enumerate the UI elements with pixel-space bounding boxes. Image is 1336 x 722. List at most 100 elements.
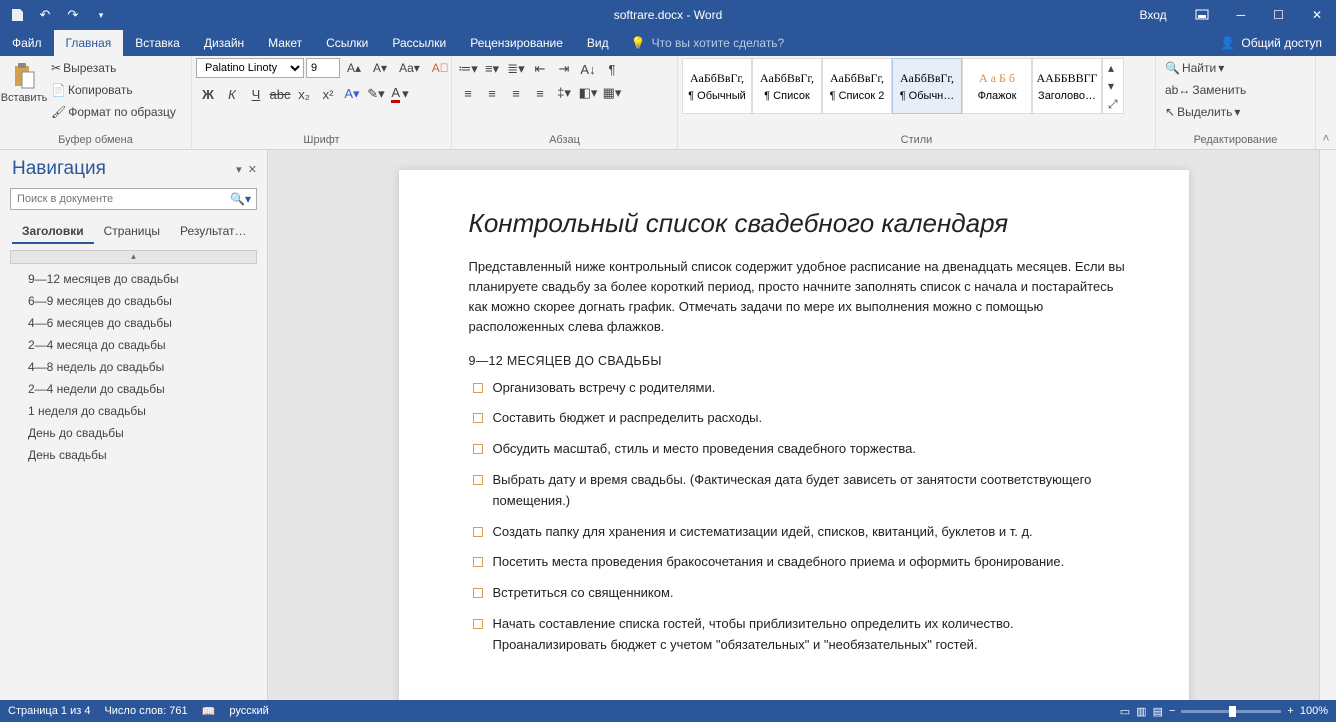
share-button[interactable]: 👤 Общий доступ (1206, 30, 1336, 56)
proofing-icon[interactable]: 📖 (202, 705, 216, 718)
superscript-icon[interactable]: x² (316, 83, 340, 105)
tab-file[interactable]: Файл (0, 30, 54, 56)
align-right-icon[interactable]: ≡ (504, 82, 528, 104)
text-effects-icon[interactable]: A▾ (340, 83, 364, 105)
word-count[interactable]: Число слов: 761 (104, 705, 187, 717)
minimize-icon[interactable]: ─ (1223, 0, 1260, 30)
zoom-out-icon[interactable]: − (1169, 705, 1175, 717)
tab-design[interactable]: Дизайн (192, 30, 256, 56)
tab-insert[interactable]: Вставка (123, 30, 192, 56)
ribbon-display-icon[interactable] (1181, 0, 1223, 30)
vertical-scrollbar[interactable] (1319, 150, 1336, 700)
qat-dropdown-icon[interactable]: ▾ (88, 2, 114, 28)
clear-format-icon[interactable]: A⃠ (427, 58, 454, 78)
zoom-slider[interactable] (1181, 710, 1281, 713)
nav-item[interactable]: 4—8 недель до свадьбы (10, 356, 257, 378)
shrink-font-icon[interactable]: A▾ (368, 58, 392, 78)
justify-icon[interactable]: ≡ (528, 82, 552, 104)
checkbox-icon[interactable] (473, 619, 483, 629)
nav-item[interactable]: 9—12 месяцев до свадьбы (10, 268, 257, 290)
collapse-ribbon-icon[interactable]: ˄ (1316, 56, 1336, 149)
expand-icon[interactable]: ⤢ (1103, 95, 1123, 113)
undo-icon[interactable]: ↶ (32, 2, 58, 28)
paste-button[interactable]: Вставить (4, 58, 44, 108)
style-normal[interactable]: АаБбВвГг,¶ Обычный (682, 58, 752, 114)
tab-mailings[interactable]: Рассылки (380, 30, 458, 56)
borders-icon[interactable]: ▦▾ (600, 82, 624, 104)
select-button[interactable]: ↖Выделить ▾ (1160, 102, 1251, 122)
nav-item[interactable]: 2—4 месяца до свадьбы (10, 334, 257, 356)
style-heading[interactable]: ААББВВГГЗаголово… (1032, 58, 1102, 114)
bullets-icon[interactable]: ≔▾ (456, 58, 480, 80)
line-spacing-icon[interactable]: ‡▾ (552, 82, 576, 104)
shading-icon[interactable]: ◧▾ (576, 82, 600, 104)
grow-font-icon[interactable]: A▴ (342, 58, 366, 78)
indent-inc-icon[interactable]: ⇥ (552, 58, 576, 80)
font-color-icon[interactable]: A▾ (388, 83, 412, 105)
nav-search[interactable]: 🔍▾ (10, 188, 257, 210)
bold-icon[interactable]: Ж (196, 83, 220, 105)
tab-references[interactable]: Ссылки (314, 30, 380, 56)
nav-menu-icon[interactable]: ▾ (236, 164, 242, 176)
indent-dec-icon[interactable]: ⇤ (528, 58, 552, 80)
web-layout-icon[interactable]: ▤ (1153, 705, 1163, 718)
align-center-icon[interactable]: ≡ (480, 82, 504, 104)
checkbox-icon[interactable] (473, 588, 483, 598)
save-icon[interactable] (4, 2, 30, 28)
zoom-in-icon[interactable]: + (1287, 705, 1293, 717)
subscript-icon[interactable]: x₂ (292, 83, 316, 105)
font-name-select[interactable]: Palatino Linoty (196, 58, 304, 78)
numbering-icon[interactable]: ≡▾ (480, 58, 504, 80)
close-icon[interactable]: ✕ (1298, 0, 1336, 30)
sort-icon[interactable]: A↓ (576, 58, 600, 80)
nav-item[interactable]: День свадьбы (10, 444, 257, 466)
nav-item[interactable]: 4—6 месяцев до свадьбы (10, 312, 257, 334)
copy-button[interactable]: 📄Копировать (46, 80, 181, 100)
highlight-icon[interactable]: ✎▾ (364, 83, 388, 105)
nav-item[interactable]: День до свадьбы (10, 422, 257, 444)
scroll-up-icon[interactable]: ▴ (1103, 59, 1123, 77)
underline-icon[interactable]: Ч (244, 83, 268, 105)
style-checkbox[interactable]: А а Б бФлажок (962, 58, 1032, 114)
checkbox-icon[interactable] (473, 383, 483, 393)
strikethrough-icon[interactable]: abc (268, 83, 292, 105)
nav-collapse-bar[interactable]: ▴ (10, 250, 257, 264)
format-painter-button[interactable]: 🖌Формат по образцу (46, 102, 181, 122)
tab-layout[interactable]: Макет (256, 30, 314, 56)
page-indicator[interactable]: Страница 1 из 4 (8, 705, 90, 717)
checkbox-icon[interactable] (473, 475, 483, 485)
nav-item[interactable]: 2—4 недели до свадьбы (10, 378, 257, 400)
change-case-icon[interactable]: Aa▾ (394, 58, 425, 78)
cut-button[interactable]: ✂Вырезать (46, 58, 181, 78)
tab-review[interactable]: Рецензирование (458, 30, 575, 56)
italic-icon[interactable]: К (220, 83, 244, 105)
font-size-input[interactable] (306, 58, 340, 78)
language-indicator[interactable]: русский (229, 705, 268, 717)
print-layout-icon[interactable]: ▥ (1136, 705, 1146, 718)
signin-button[interactable]: Вход (1126, 0, 1181, 30)
tab-home[interactable]: Главная (54, 30, 124, 56)
tab-view[interactable]: Вид (575, 30, 621, 56)
search-icon[interactable]: 🔍▾ (225, 189, 256, 209)
nav-close-icon[interactable]: ✕ (248, 164, 257, 176)
read-mode-icon[interactable]: ▭ (1120, 705, 1130, 718)
tell-me-search[interactable]: 💡 Что вы хотите сделать? (621, 30, 795, 56)
maximize-icon[interactable]: ☐ (1259, 0, 1298, 30)
checkbox-icon[interactable] (473, 557, 483, 567)
zoom-level[interactable]: 100% (1300, 705, 1328, 717)
document-area[interactable]: Контрольный список свадебного календаря … (268, 150, 1319, 700)
nav-item[interactable]: 6—9 месяцев до свадьбы (10, 290, 257, 312)
nav-tab-results[interactable]: Результат… (170, 220, 257, 244)
checkbox-icon[interactable] (473, 527, 483, 537)
scroll-down-icon[interactable]: ▾ (1103, 77, 1123, 95)
style-normal2[interactable]: АаБбВвГг,¶ Обычн… (892, 58, 962, 114)
multilevel-icon[interactable]: ≣▾ (504, 58, 528, 80)
checkbox-icon[interactable] (473, 413, 483, 423)
replace-button[interactable]: ab↔Заменить (1160, 80, 1251, 100)
styles-gallery-scroll[interactable]: ▴ ▾ ⤢ (1102, 58, 1124, 114)
style-list2[interactable]: АаБбВвГг,¶ Список 2 (822, 58, 892, 114)
align-left-icon[interactable]: ≡ (456, 82, 480, 104)
find-button[interactable]: 🔍Найти ▾ (1160, 58, 1251, 78)
checkbox-icon[interactable] (473, 444, 483, 454)
style-list[interactable]: АаБбВвГг,¶ Список (752, 58, 822, 114)
